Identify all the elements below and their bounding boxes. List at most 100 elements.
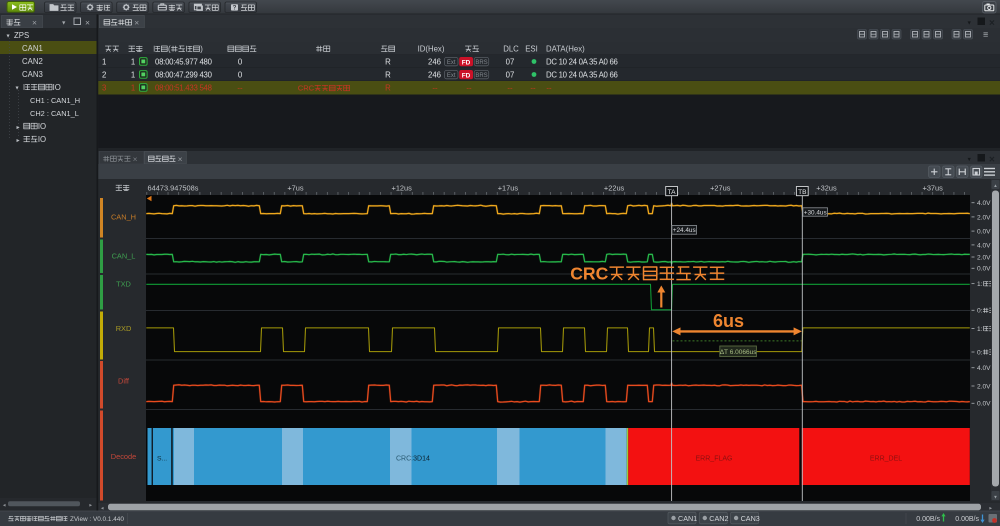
svg-text:TA: TA: [668, 189, 677, 196]
svg-text:0.0V: 0.0V: [977, 266, 991, 273]
svg-text:--: --: [507, 84, 513, 93]
svg-text:CAN1: CAN1: [678, 514, 697, 523]
svg-text:ID(Hex): ID(Hex): [418, 45, 445, 54]
svg-text:ERR_FLAG: ERR_FLAG: [696, 456, 733, 463]
svg-text:07: 07: [506, 71, 515, 80]
svg-text:64473.947508s: 64473.947508s: [148, 184, 199, 193]
svg-text:+37us: +37us: [923, 184, 944, 193]
svg-text:×: ×: [133, 155, 138, 164]
svg-text:2: 2: [102, 71, 106, 80]
svg-text:0.00B/s: 0.00B/s: [955, 516, 979, 523]
svg-text:BRS: BRS: [475, 60, 487, 66]
svg-text:►: ►: [989, 505, 993, 510]
svg-text:+32us: +32us: [816, 184, 837, 193]
svg-text:0: 0: [238, 58, 243, 67]
svg-text:Ext: Ext: [447, 60, 456, 66]
svg-text:TXD: TXD: [116, 280, 131, 289]
svg-text:◄: ◄: [100, 505, 104, 510]
svg-text:): ): [200, 45, 203, 54]
svg-text:08:00:51.433 548: 08:00:51.433 548: [155, 84, 212, 93]
svg-text:--: --: [530, 84, 536, 93]
svg-text:CRC: CRC: [298, 84, 315, 93]
svg-text:CAN2: CAN2: [709, 514, 728, 523]
svg-text:IO: IO: [53, 83, 61, 92]
svg-text:×: ×: [989, 18, 995, 29]
svg-text:1: 1: [131, 58, 135, 67]
svg-text:CAN3: CAN3: [22, 70, 43, 79]
svg-text:►: ►: [89, 502, 93, 507]
svg-text:▼: ▼: [967, 21, 972, 27]
svg-text:DATA(Hex): DATA(Hex): [546, 45, 585, 54]
svg-text:▼: ▼: [993, 494, 997, 499]
svg-text:R: R: [385, 71, 391, 80]
svg-text:4.0V: 4.0V: [977, 200, 991, 207]
svg-text:CH1 : CAN1_H: CH1 : CAN1_H: [30, 96, 80, 105]
svg-text:ΔT 6.0066us: ΔT 6.0066us: [720, 349, 757, 356]
svg-text:4.0V: 4.0V: [977, 242, 991, 249]
svg-text:246: 246: [428, 58, 441, 67]
svg-text:≡: ≡: [983, 30, 988, 40]
svg-text:R: R: [385, 84, 391, 93]
svg-text:ERR_DEL: ERR_DEL: [870, 456, 902, 463]
svg-text:+17us: +17us: [498, 184, 519, 193]
svg-text:1:: 1:: [977, 281, 983, 288]
svg-text:0:: 0:: [977, 349, 983, 356]
svg-text:CH2 : CAN1_L: CH2 : CAN1_L: [30, 109, 79, 118]
svg-text:ZView : V0.0.1.440: ZView : V0.0.1.440: [70, 516, 124, 523]
svg-text:DC 10 24 0A 35 A0 66: DC 10 24 0A 35 A0 66: [546, 71, 618, 80]
svg-text:0: 0: [238, 71, 243, 80]
svg-text:(: (: [168, 45, 171, 54]
svg-text:2.0V: 2.0V: [977, 383, 991, 390]
svg-text:Diff: Diff: [118, 377, 130, 386]
svg-text:1: 1: [131, 71, 135, 80]
svg-text:◄: ◄: [2, 502, 6, 507]
svg-text:CAN_L: CAN_L: [112, 252, 136, 261]
svg-text:+30.4us: +30.4us: [804, 209, 827, 216]
svg-text:+7us: +7us: [287, 184, 304, 193]
svg-text:×: ×: [134, 18, 139, 28]
svg-text:×: ×: [85, 18, 90, 28]
svg-text:Decode: Decode: [111, 452, 136, 461]
svg-text:1: 1: [131, 84, 135, 93]
svg-text:246: 246: [428, 71, 441, 80]
svg-text:2.0V: 2.0V: [977, 214, 991, 221]
svg-text:ESI: ESI: [525, 45, 538, 54]
svg-text:DC 10 24 0A 35 A0 66: DC 10 24 0A 35 A0 66: [546, 58, 618, 67]
svg-text:1:: 1:: [977, 326, 983, 333]
svg-text:+12us: +12us: [392, 184, 413, 193]
svg-text:DLC: DLC: [503, 45, 519, 54]
svg-text:0.00B/s: 0.00B/s: [916, 516, 940, 523]
svg-text:CRC: CRC: [570, 264, 608, 284]
svg-text:CRC:3D14: CRC:3D14: [396, 456, 430, 463]
svg-text:--: --: [546, 84, 552, 93]
svg-text:08:00:47.299 430: 08:00:47.299 430: [155, 71, 213, 80]
svg-text:S...: S...: [157, 456, 167, 463]
svg-text:CAN3: CAN3: [741, 514, 760, 523]
svg-text:?: ?: [233, 4, 237, 11]
svg-text:FD: FD: [462, 59, 471, 66]
svg-text:IO: IO: [38, 122, 46, 131]
svg-text:FD: FD: [462, 72, 471, 79]
svg-text:--: --: [237, 84, 243, 93]
svg-text:3: 3: [102, 84, 106, 93]
svg-text:+22us: +22us: [604, 184, 625, 193]
svg-text:07: 07: [506, 58, 515, 67]
svg-text:×: ×: [178, 155, 183, 164]
svg-text:CAN1: CAN1: [22, 44, 43, 53]
svg-text:4.0V: 4.0V: [977, 365, 991, 372]
svg-text:▼: ▼: [61, 21, 66, 27]
svg-text:0:: 0:: [977, 308, 983, 315]
svg-text:TB: TB: [798, 189, 807, 196]
svg-text:BRS: BRS: [475, 73, 487, 79]
svg-text:2.0V: 2.0V: [977, 254, 991, 261]
svg-text:R: R: [385, 58, 391, 67]
svg-text:▲: ▲: [993, 183, 997, 188]
svg-text:0.0V: 0.0V: [977, 401, 991, 408]
svg-text:1: 1: [102, 58, 106, 67]
svg-text:08:00:45.977 480: 08:00:45.977 480: [155, 58, 213, 67]
svg-text:►: ►: [16, 138, 21, 144]
svg-text:ZPS: ZPS: [14, 31, 29, 40]
svg-text:▼: ▼: [967, 157, 972, 163]
svg-text:▼: ▼: [6, 34, 11, 40]
svg-text:CAN2: CAN2: [22, 57, 43, 66]
